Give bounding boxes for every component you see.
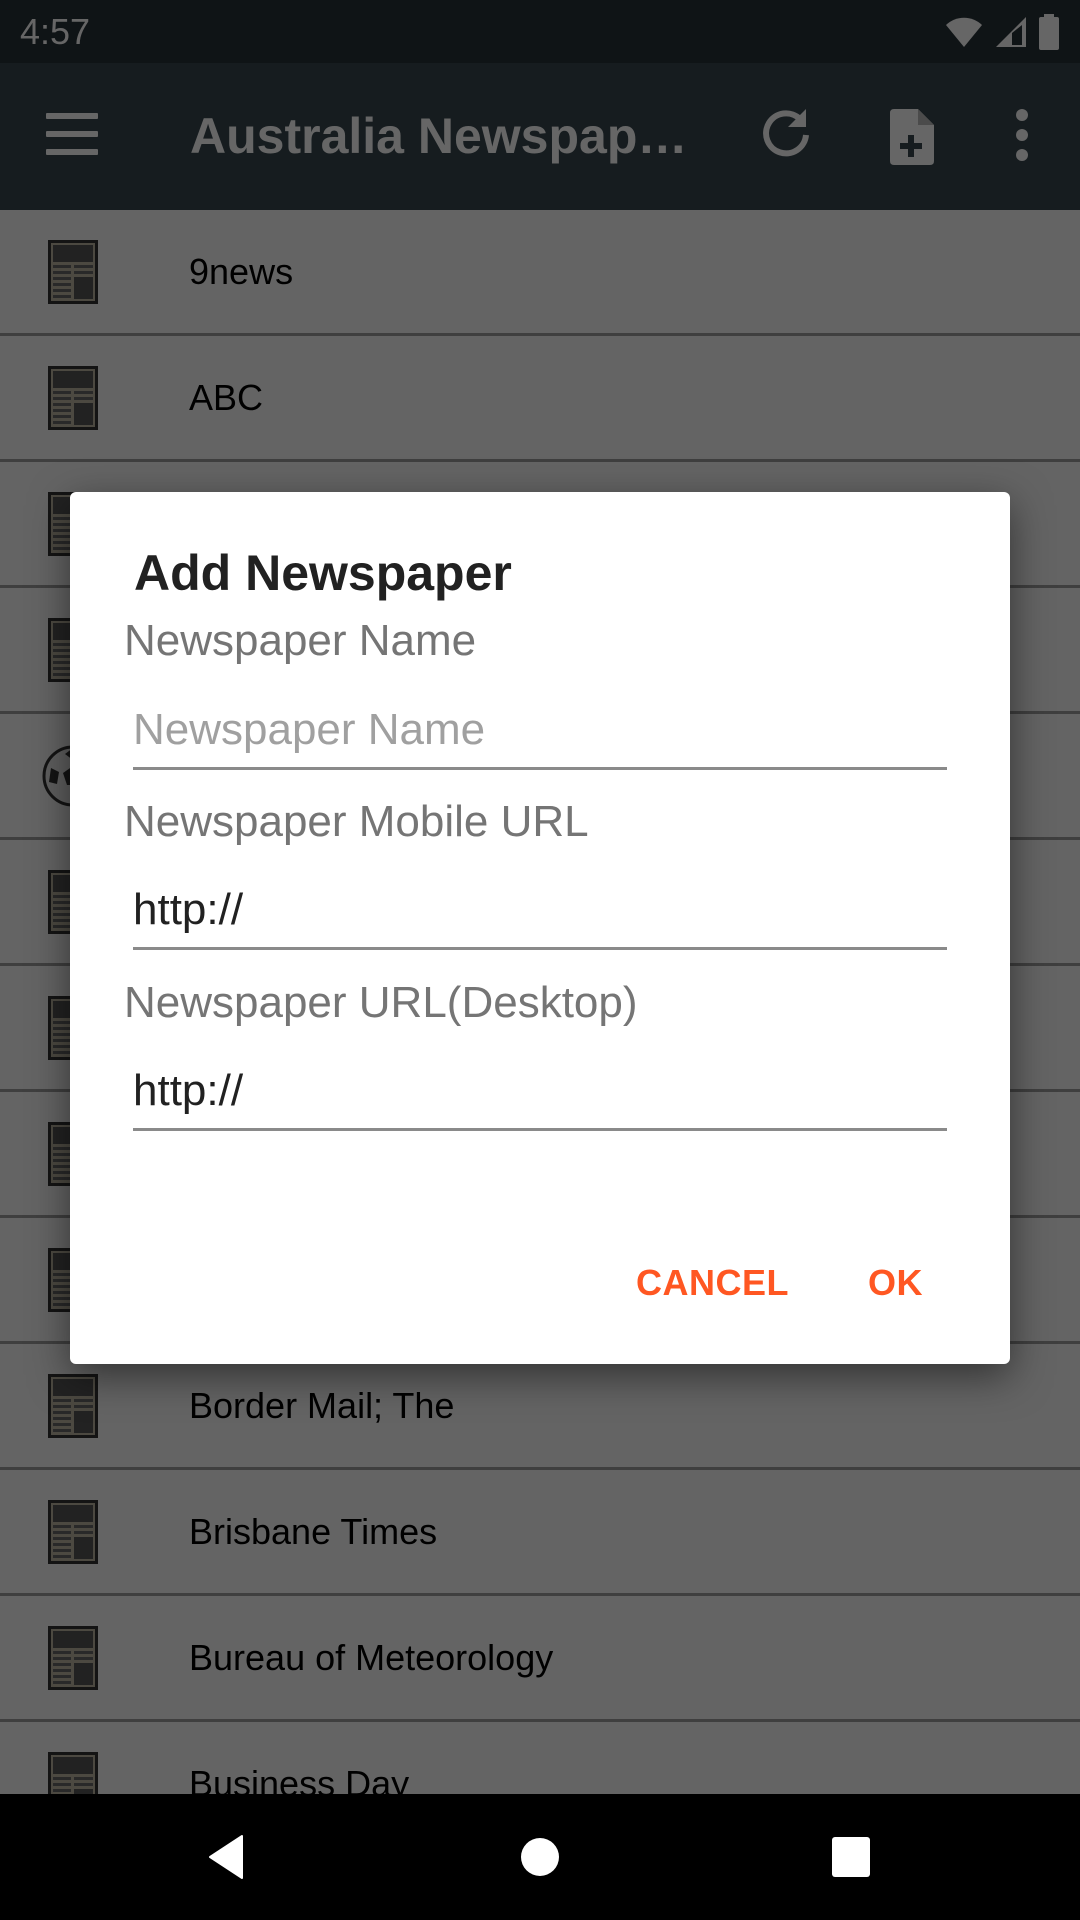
add-newspaper-dialog: Add Newspaper Newspaper Name Newspaper M…	[70, 492, 1010, 1364]
dialog-title: Add Newspaper	[134, 545, 512, 601]
home-icon[interactable]	[520, 1834, 560, 1880]
mobile-url-input[interactable]	[133, 878, 947, 950]
mobile-url-label: Newspaper Mobile URL	[124, 797, 589, 846]
newspaper-name-label: Newspaper Name	[124, 616, 477, 665]
newspaper-name-input[interactable]	[133, 698, 947, 770]
navigation-bar	[0, 1794, 1080, 1920]
screen: 4:57 Australia Newspapers	[0, 0, 1080, 1920]
recents-icon[interactable]	[830, 1834, 872, 1880]
desktop-url-label: Newspaper URL(Desktop)	[124, 978, 638, 1027]
cancel-button[interactable]: CANCEL	[636, 1262, 789, 1304]
desktop-url-input[interactable]	[133, 1059, 947, 1131]
back-icon[interactable]	[206, 1834, 246, 1880]
ok-button[interactable]: OK	[868, 1262, 923, 1304]
